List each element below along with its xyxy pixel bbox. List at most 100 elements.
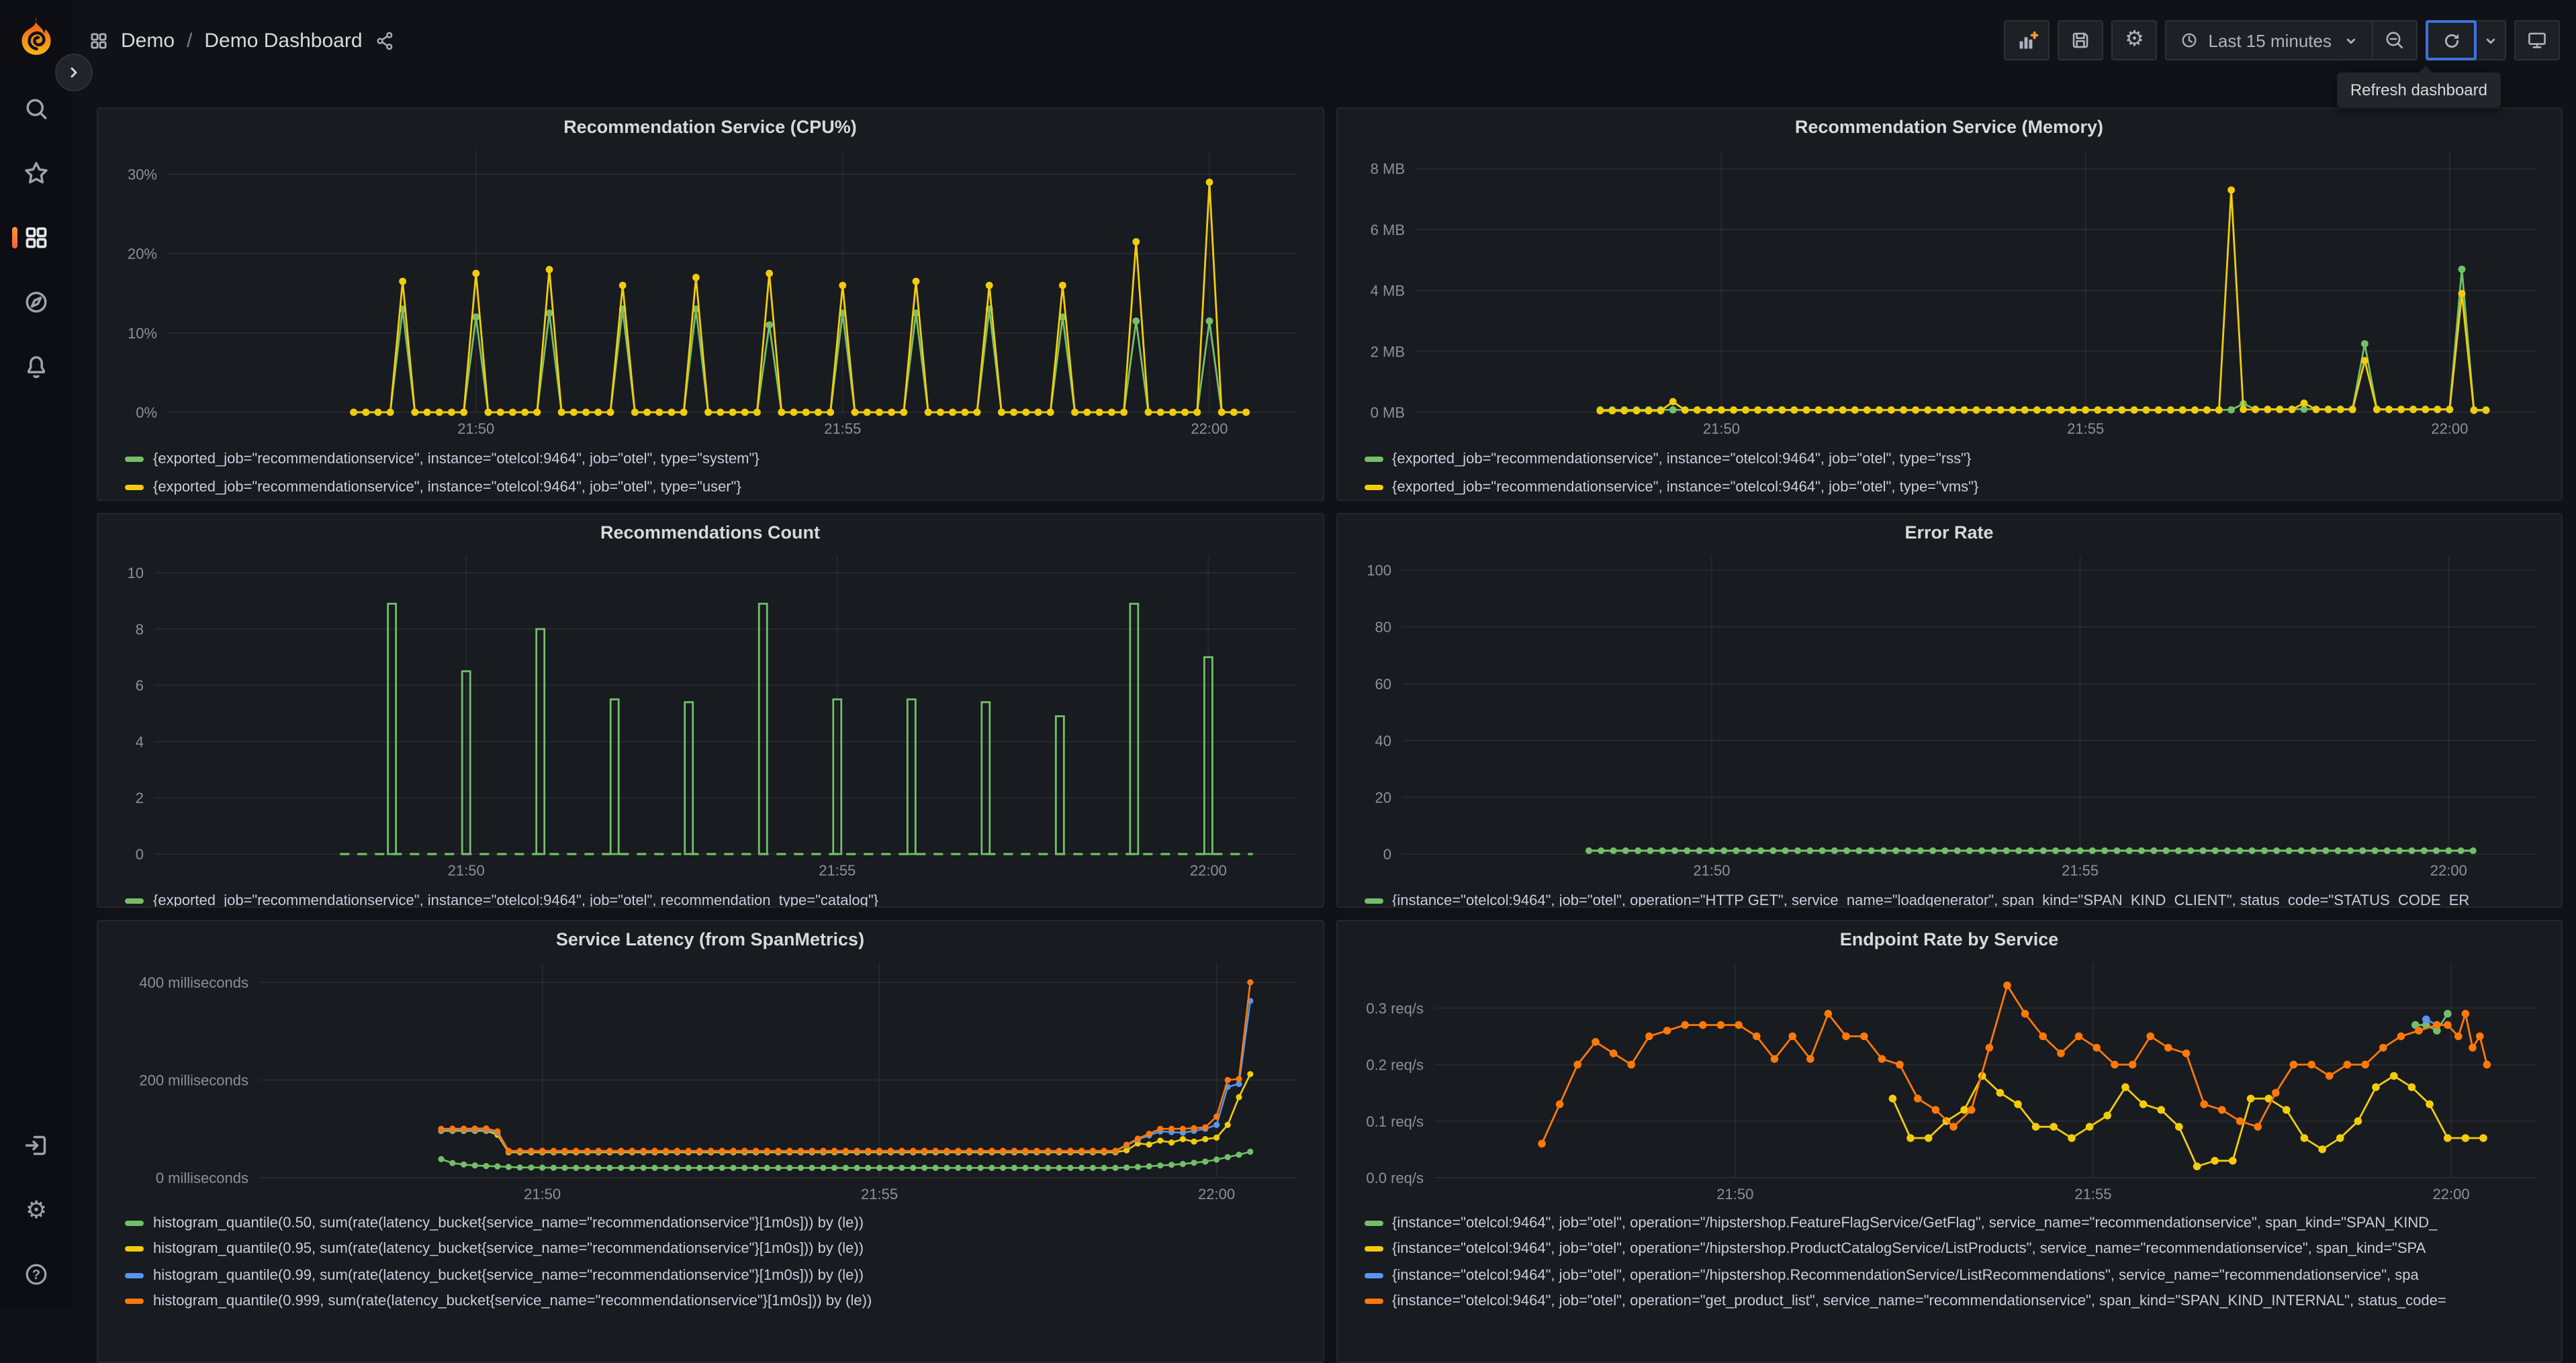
panel-title[interactable]: Service Latency (from SpanMetrics) (109, 929, 1312, 949)
kiosk-mode-button[interactable] (2514, 20, 2560, 60)
legend-label: {instance="otelcol:9464", job="otel", op… (1392, 1215, 2438, 1231)
legend-item[interactable]: histogram_quantile(0.95, sum(rate(latenc… (125, 1236, 1312, 1262)
panel-legend: {instance="otelcol:9464", job="otel", op… (1348, 1207, 2550, 1315)
search-icon (26, 99, 47, 120)
svg-text:22:00: 22:00 (2430, 862, 2467, 879)
svg-text:21:55: 21:55 (861, 1186, 898, 1203)
time-series-chart[interactable]: 0 20 40 60 80 100 21:50 21:55 22:00 (1348, 545, 2552, 884)
legend-item[interactable]: {exported_job="recommendationservice", i… (1364, 473, 2550, 500)
refresh-icon (2444, 33, 2458, 48)
svg-text:100: 100 (1366, 562, 1391, 579)
svg-text:21:50: 21:50 (524, 1186, 561, 1203)
svg-text:21:50: 21:50 (1716, 1186, 1753, 1203)
sidebar-item-settings[interactable]: ⚙ (0, 1190, 73, 1230)
panel-error-rate: Error Rate 0 20 40 60 80 100 21:50 21:55 22:00 {… (1336, 513, 2563, 908)
svg-text:21:50: 21:50 (1692, 862, 1729, 879)
legend-label: histogram_quantile(0.95, sum(rate(latenc… (153, 1241, 864, 1258)
svg-text:0%: 0% (136, 404, 157, 421)
refresh-interval-dropdown[interactable] (2475, 21, 2505, 59)
breadcrumb: Demo / Demo Dashboard (89, 29, 395, 52)
sidebar-item-alerting[interactable] (0, 346, 73, 387)
svg-text:0 milliseconds: 0 milliseconds (156, 1170, 248, 1186)
breadcrumb-folder[interactable]: Demo (121, 29, 175, 52)
bar-chart[interactable]: 0 2 4 6 8 10 21:50 21:55 22:00 (109, 545, 1314, 884)
legend-item[interactable]: {exported_job="recommendationservice", i… (125, 444, 1312, 473)
legend-item[interactable]: histogram_quantile(0.99, sum(rate(latenc… (125, 1262, 1312, 1288)
dashboard-toolbar: ⚙ Last 15 minutes (2004, 20, 2560, 60)
explore-compass-icon (26, 291, 47, 313)
dashboard-settings-button[interactable]: ⚙ (2111, 20, 2158, 60)
svg-text:80: 80 (1375, 619, 1391, 636)
clock-icon (2182, 33, 2197, 48)
sidebar-item-help[interactable]: ? (0, 1254, 73, 1295)
panel-title[interactable]: Recommendations Count (109, 522, 1312, 543)
dashboards-grid-icon (26, 227, 47, 248)
legend-item[interactable]: {instance="otelcol:9464", job="otel", op… (1364, 1288, 2550, 1315)
legend-label: {exported_job="recommendationservice", i… (153, 479, 741, 495)
sidebar-item-search[interactable] (0, 89, 73, 129)
add-panel-icon (2019, 30, 2038, 48)
sidebar-expand-button[interactable] (55, 54, 93, 91)
legend-item[interactable]: {exported_job="recommendationservice", i… (125, 473, 1312, 500)
legend-item[interactable]: histogram_quantile(0.999, sum(rate(laten… (125, 1288, 1312, 1315)
top-navigation-bar: Demo / Demo Dashboard ⚙ Last 15 minutes (73, 0, 2576, 81)
legend-swatch (125, 1299, 144, 1305)
legend-item[interactable]: {instance="otelcol:9464", job="otel", op… (1364, 1210, 2550, 1236)
svg-text:0.2 req/s: 0.2 req/s (1365, 1057, 1423, 1074)
svg-text:21:55: 21:55 (2066, 420, 2103, 437)
time-series-chart[interactable]: 0 MB 2 MB 4 MB 6 MB 8 MB 21:50 21:55 22:00 (1348, 140, 2552, 442)
legend-label: histogram_quantile(0.99, sum(rate(latenc… (153, 1267, 864, 1284)
svg-text:22:00: 22:00 (2432, 1186, 2469, 1203)
zoom-out-time-range-button[interactable] (2372, 21, 2416, 59)
dashboard-settings-icon: ⚙ (2125, 28, 2144, 51)
breadcrumb-dashboard-title[interactable]: Demo Dashboard (204, 29, 362, 52)
legend-label: {instance="otelcol:9464", job="otel", op… (1392, 892, 2470, 908)
legend-item[interactable]: {instance="otelcol:9464", job="otel", op… (1364, 886, 2550, 908)
legend-item[interactable]: {instance="otelcol:9464", job="otel", op… (1364, 1262, 2550, 1288)
panel-recommendation-cpu: Recommendation Service (CPU%) 0% 10% 20% 30… (97, 107, 1324, 501)
legend-item[interactable]: {instance="otelcol:9464", job="otel", op… (1364, 1236, 2550, 1262)
panel-title[interactable]: Recommendation Service (CPU%) (109, 117, 1312, 137)
svg-text:30%: 30% (128, 166, 157, 183)
sidebar-item-dashboards[interactable] (0, 218, 73, 258)
legend-item[interactable]: {exported_job="recommendationservice", i… (125, 886, 1312, 908)
legend-label: {instance="otelcol:9464", job="otel", op… (1392, 1241, 2426, 1258)
legend-item[interactable]: histogram_quantile(0.50, sum(rate(latenc… (125, 1210, 1312, 1236)
time-series-chart[interactable]: 0.0 req/s 0.1 req/s 0.2 req/s 0.3 req/s 21:5… (1348, 952, 2552, 1207)
panel-title[interactable]: Endpoint Rate by Service (1348, 929, 2550, 949)
help-icon: ? (26, 1264, 47, 1285)
legend-label: {exported_job="recommendationservice", i… (153, 892, 879, 908)
time-range-picker[interactable]: Last 15 minutes (2166, 21, 2372, 59)
refresh-dashboard-button[interactable] (2426, 20, 2477, 60)
sidebar-item-explore[interactable] (0, 282, 73, 322)
zoom-out-icon (2386, 32, 2403, 49)
grafana-logo[interactable] (13, 13, 59, 59)
legend-swatch (125, 1272, 144, 1278)
time-series-chart[interactable]: 0 milliseconds 200 milliseconds 400 millis… (109, 952, 1314, 1207)
share-dashboard-button[interactable] (375, 30, 395, 50)
legend-swatch (1364, 1299, 1383, 1305)
legend-swatch (125, 456, 144, 461)
legend-swatch (125, 898, 144, 903)
panel-title[interactable]: Recommendation Service (Memory) (1348, 117, 2550, 137)
svg-text:21:50: 21:50 (1702, 420, 1739, 437)
settings-gear-icon: ⚙ (25, 1196, 48, 1223)
save-dashboard-button[interactable] (2058, 20, 2104, 60)
legend-item[interactable]: {exported_job="recommendationservice", i… (1364, 444, 2550, 473)
panel-legend: {exported_job="recommendationservice", i… (1348, 442, 2550, 500)
grafana-app: ⚙ ? Demo / Demo Dashboard ⚙ Last 15 minu… (0, 0, 2576, 1363)
dashboards-grid-icon (91, 32, 107, 48)
svg-text:0.3 req/s: 0.3 req/s (1365, 1000, 1423, 1017)
save-dashboard-icon (2073, 32, 2088, 48)
svg-text:60: 60 (1375, 675, 1391, 692)
svg-text:22:00: 22:00 (2430, 420, 2467, 437)
legend-label: {exported_job="recommendationservice", i… (1392, 451, 1972, 467)
panel-title[interactable]: Error Rate (1348, 522, 2550, 543)
time-series-chart[interactable]: 0% 10% 20% 30% 21:50 21:55 22:00 (109, 140, 1314, 442)
chevron-down-icon (2485, 38, 2495, 44)
legend-swatch (1364, 1246, 1383, 1252)
sidebar-item-starred[interactable] (0, 153, 73, 193)
svg-text:22:00: 22:00 (1190, 862, 1227, 879)
sidebar-item-sign-in[interactable] (0, 1125, 73, 1166)
add-panel-button[interactable] (2004, 20, 2050, 60)
